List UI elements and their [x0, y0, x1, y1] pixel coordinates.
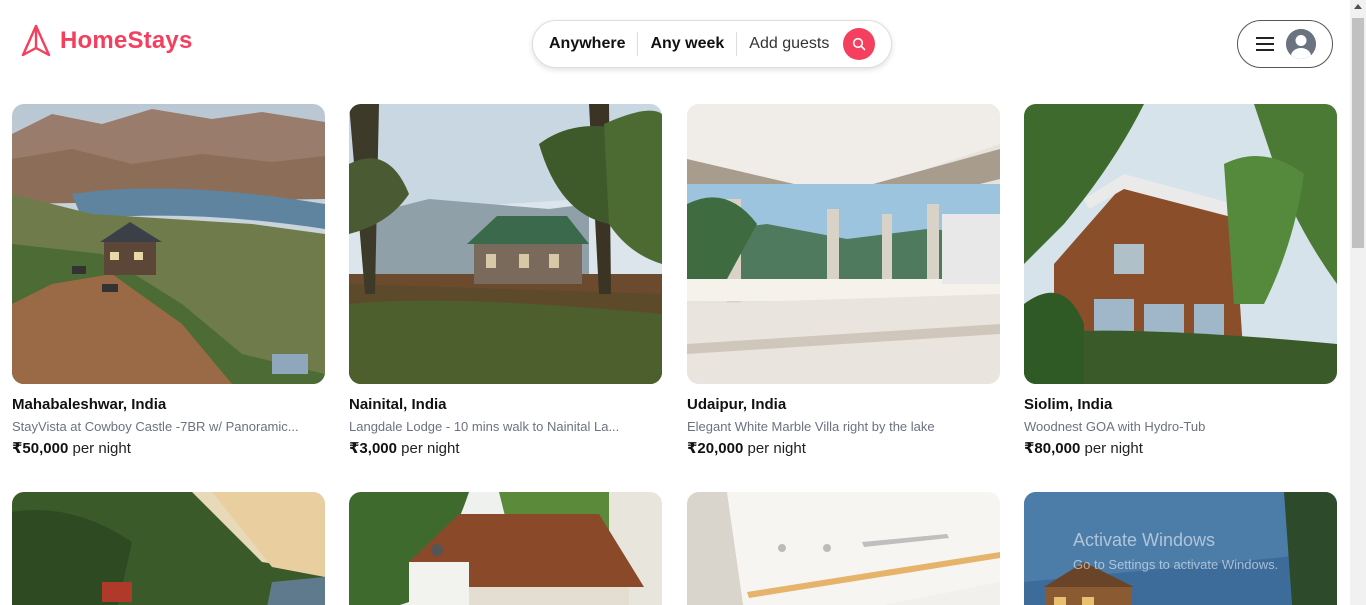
listing-description: StayVista at Cowboy Castle -7BR w/ Panor… — [12, 419, 299, 434]
airbnb-logo-icon — [21, 24, 51, 57]
listing-description: Woodnest GOA with Hydro-Tub — [1024, 419, 1206, 434]
listing-description: Elegant White Marble Villa right by the … — [687, 419, 935, 434]
listing-location: Siolim, India — [1024, 396, 1113, 413]
listing-card[interactable]: Mahabaleshwar, India StayVista at Cowboy… — [12, 104, 325, 458]
price-amount: ₹20,000 — [687, 440, 744, 457]
tiled-roof-cottage-photo[interactable] — [349, 492, 662, 605]
listing-description: Langdale Lodge - 10 mins walk to Nainita… — [349, 419, 620, 434]
listing-price: ₹50,000 per night — [12, 440, 325, 458]
price-amount: ₹3,000 — [349, 440, 397, 457]
listing-price: ₹3,000 per night — [349, 440, 662, 458]
price-amount: ₹80,000 — [1024, 440, 1081, 457]
mountain-villa-photo[interactable] — [12, 104, 325, 384]
modern-interior-photo[interactable] — [687, 492, 1000, 605]
user-menu-button[interactable] — [1237, 20, 1333, 68]
listing-location: Nainital, India — [349, 396, 447, 413]
os-activation-watermark: Activate Windows Go to Settings to activ… — [1073, 530, 1278, 572]
scrollbar-thumb[interactable] — [1352, 18, 1364, 248]
brand-name: HomeStays — [60, 27, 193, 54]
hillside-sunset-photo[interactable] — [12, 492, 325, 605]
search-button[interactable] — [843, 28, 876, 60]
search-icon — [853, 37, 866, 51]
price-unit: per night — [1084, 440, 1143, 457]
forest-lodge-photo[interactable] — [349, 104, 662, 384]
search-when[interactable]: Any week — [638, 35, 736, 53]
search-bar[interactable]: Anywhere Any week Add guests — [532, 20, 892, 68]
wooden-house-palms-photo[interactable] — [1024, 104, 1337, 384]
search-guests[interactable]: Add guests — [737, 35, 841, 53]
price-unit: per night — [401, 440, 460, 457]
marble-villa-lake-photo[interactable] — [687, 104, 1000, 384]
page-scrollbar[interactable] — [1350, 0, 1366, 605]
listing-card[interactable]: Siolim, India Woodnest GOA with Hydro-Tu… — [1024, 104, 1337, 458]
listing-price: ₹20,000 per night — [687, 440, 1000, 458]
listing-card[interactable]: Nainital, India Langdale Lodge - 10 mins… — [349, 104, 662, 458]
listing-card[interactable] — [349, 492, 662, 605]
listing-location: Udaipur, India — [687, 396, 787, 413]
watermark-title: Activate Windows — [1073, 530, 1216, 550]
hamburger-menu-icon — [1256, 37, 1274, 51]
listing-card[interactable]: Udaipur, India Elegant White Marble Vill… — [687, 104, 1000, 458]
watermark-subtitle: Go to Settings to activate Windows. — [1073, 557, 1279, 572]
price-unit: per night — [747, 440, 806, 457]
listing-card[interactable] — [687, 492, 1000, 605]
brand-logo[interactable]: HomeStays — [20, 24, 193, 58]
scroll-up-arrow-icon[interactable] — [1354, 4, 1362, 9]
search-where[interactable]: Anywhere — [549, 35, 637, 53]
listing-location: Mahabaleshwar, India — [12, 396, 167, 413]
listing-price: ₹80,000 per night — [1024, 440, 1337, 458]
price-amount: ₹50,000 — [12, 440, 69, 457]
price-unit: per night — [72, 440, 131, 457]
top-navbar: HomeStays Anywhere Any week Add guests — [0, 0, 1350, 88]
user-avatar-icon — [1286, 29, 1316, 59]
listing-card[interactable] — [12, 492, 325, 605]
